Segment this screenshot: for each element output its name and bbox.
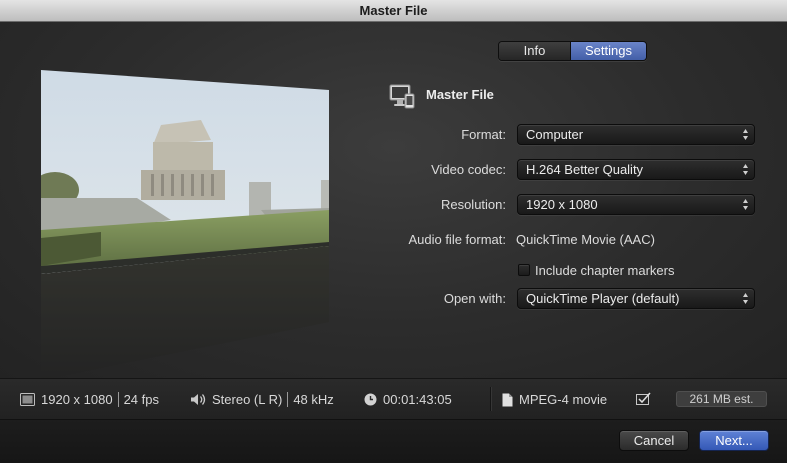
open-with-label: Open with: <box>443 291 506 306</box>
video-codec-popup[interactable]: H.264 Better Quality <box>517 159 755 180</box>
main-content: Info Settings Master File Format: Comput… <box>0 22 787 380</box>
computer-icon <box>389 84 415 109</box>
tab-settings[interactable]: Settings <box>571 42 646 60</box>
section-title: Master File <box>426 87 494 102</box>
resolution-label: Resolution: <box>440 197 506 212</box>
duration-info: 00:01:43:05 <box>364 392 452 407</box>
tab-info[interactable]: Info <box>499 42 571 60</box>
audio-channels: Stereo (L R) <box>212 392 283 407</box>
format-value: Computer <box>526 127 584 142</box>
open-with-popup[interactable]: QuickTime Player (default) <box>517 288 755 309</box>
cancel-button[interactable]: Cancel <box>619 430 689 451</box>
duration: 00:01:43:05 <box>383 392 452 407</box>
popup-arrows-icon <box>743 164 748 175</box>
dialog-footer: Cancel Next... <box>0 420 787 463</box>
speaker-icon <box>191 394 206 405</box>
size-estimate-badge: 261 MB est. <box>676 391 767 407</box>
video-frame-icon <box>20 393 35 406</box>
popup-arrows-icon <box>743 293 748 304</box>
document-icon <box>502 393 513 406</box>
popup-arrows-icon <box>743 199 748 210</box>
frame-rate: 24 fps <box>123 392 159 407</box>
window-title: Master File <box>0 0 787 22</box>
chapter-markers-checkbox[interactable] <box>518 264 530 276</box>
video-codec-value: H.264 Better Quality <box>526 162 644 177</box>
audio-info: Stereo (L R) 48 kHz <box>190 392 334 407</box>
format-popup[interactable]: Computer <box>517 124 755 145</box>
chapter-markers-label[interactable]: Include chapter markers <box>535 263 674 278</box>
next-button[interactable]: Next... <box>699 430 769 451</box>
separator <box>287 392 289 407</box>
file-type-info: MPEG-4 movie <box>502 392 607 407</box>
file-type: MPEG-4 movie <box>519 392 608 407</box>
format-label: Format: <box>461 127 506 142</box>
video-resolution: 1920 x 1080 <box>41 392 113 407</box>
clock-icon <box>364 393 377 406</box>
resolution-value: 1920 x 1080 <box>526 197 598 212</box>
video-preview-thumbnail <box>41 70 329 380</box>
output-checklist-icon <box>636 392 651 405</box>
audio-file-format-label: Audio file format: <box>408 232 506 247</box>
resolution-popup[interactable]: 1920 x 1080 <box>517 194 755 215</box>
open-with-value: QuickTime Player (default) <box>526 291 680 306</box>
status-bar: 1920 x 1080 24 fps Stereo (L R) 48 kHz 0… <box>0 378 787 420</box>
separator <box>117 392 119 407</box>
divider <box>490 387 491 411</box>
sample-rate: 48 kHz <box>293 392 334 407</box>
view-segmented-control: Info Settings <box>498 41 647 61</box>
video-codec-label: Video codec: <box>431 162 506 177</box>
popup-arrows-icon <box>743 129 748 140</box>
audio-file-format-value: QuickTime Movie (AAC) <box>516 232 655 247</box>
video-info: 1920 x 1080 24 fps <box>20 392 159 407</box>
